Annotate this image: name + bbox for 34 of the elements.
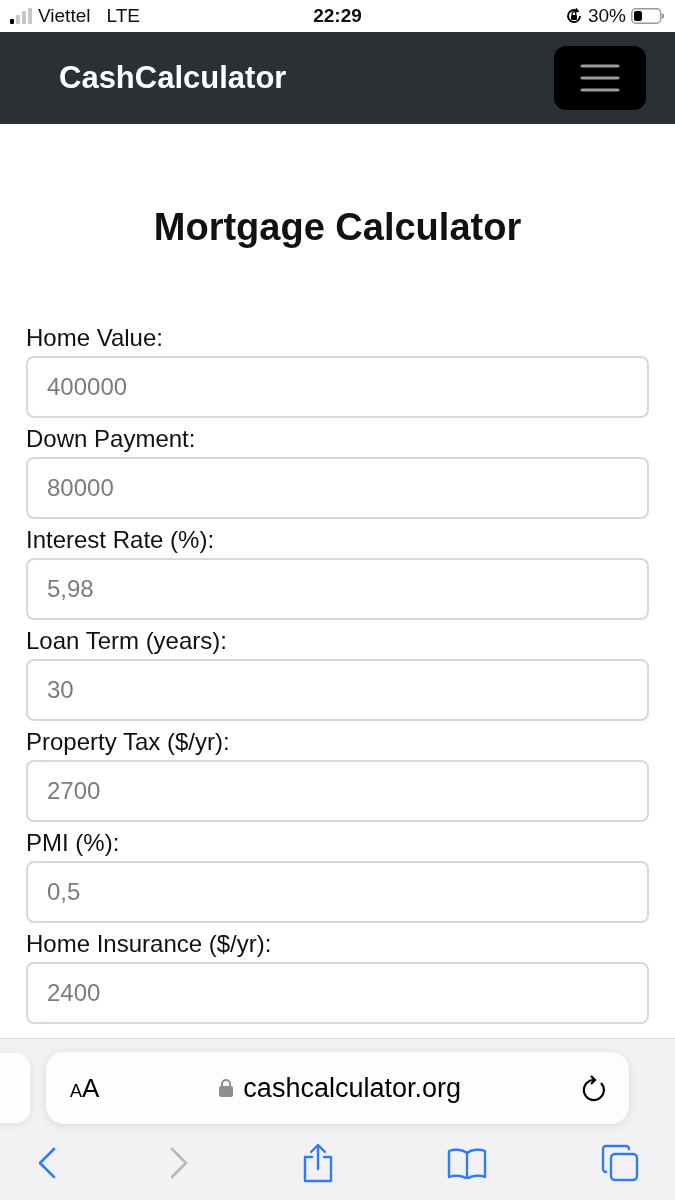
- clock: 22:29: [313, 5, 362, 27]
- menu-button[interactable]: [554, 46, 646, 110]
- input-field[interactable]: 5,98: [26, 558, 649, 620]
- network-type: LTE: [106, 5, 140, 27]
- input-field[interactable]: 400000: [26, 356, 649, 418]
- battery-icon: [631, 8, 665, 24]
- brand-link[interactable]: CashCalculator: [59, 60, 287, 96]
- field-label: Interest Rate (%):: [26, 525, 216, 555]
- input-field[interactable]: 30: [26, 659, 649, 721]
- battery-percent: 30%: [587, 5, 626, 27]
- field-label: PMI (%):: [26, 828, 121, 858]
- carrier: Viettel: [38, 5, 91, 27]
- text-size-button[interactable]: AA: [70, 1072, 100, 1104]
- back-icon[interactable]: [38, 1147, 56, 1179]
- reload-icon[interactable]: [581, 1074, 607, 1102]
- rotation-lock-icon: [564, 7, 583, 25]
- menu-icon: [580, 63, 620, 93]
- input-field[interactable]: 2700: [26, 760, 649, 822]
- bookmarks-icon[interactable]: [447, 1147, 488, 1179]
- field-label: Loan Term (years):: [26, 626, 228, 656]
- url-text: cashcalculator.org: [243, 1072, 461, 1104]
- field-label: Down Payment:: [26, 424, 197, 454]
- field-label: Home Insurance ($/yr):: [26, 929, 273, 959]
- address-bar[interactable]: AA cashcalculator.org: [46, 1052, 629, 1124]
- share-icon[interactable]: [301, 1143, 334, 1183]
- field-label: Home Value:: [26, 323, 164, 353]
- input-field[interactable]: 0,5: [26, 861, 649, 923]
- input-field[interactable]: 2400: [26, 962, 649, 1024]
- field-label: Property Tax ($/yr):: [26, 727, 231, 757]
- lock-icon: [219, 1079, 234, 1097]
- input-field[interactable]: 80000: [26, 457, 649, 519]
- signal-icon: [10, 8, 32, 24]
- tabs-icon[interactable]: [601, 1144, 639, 1182]
- page-title: Mortgage Calculator: [152, 205, 523, 250]
